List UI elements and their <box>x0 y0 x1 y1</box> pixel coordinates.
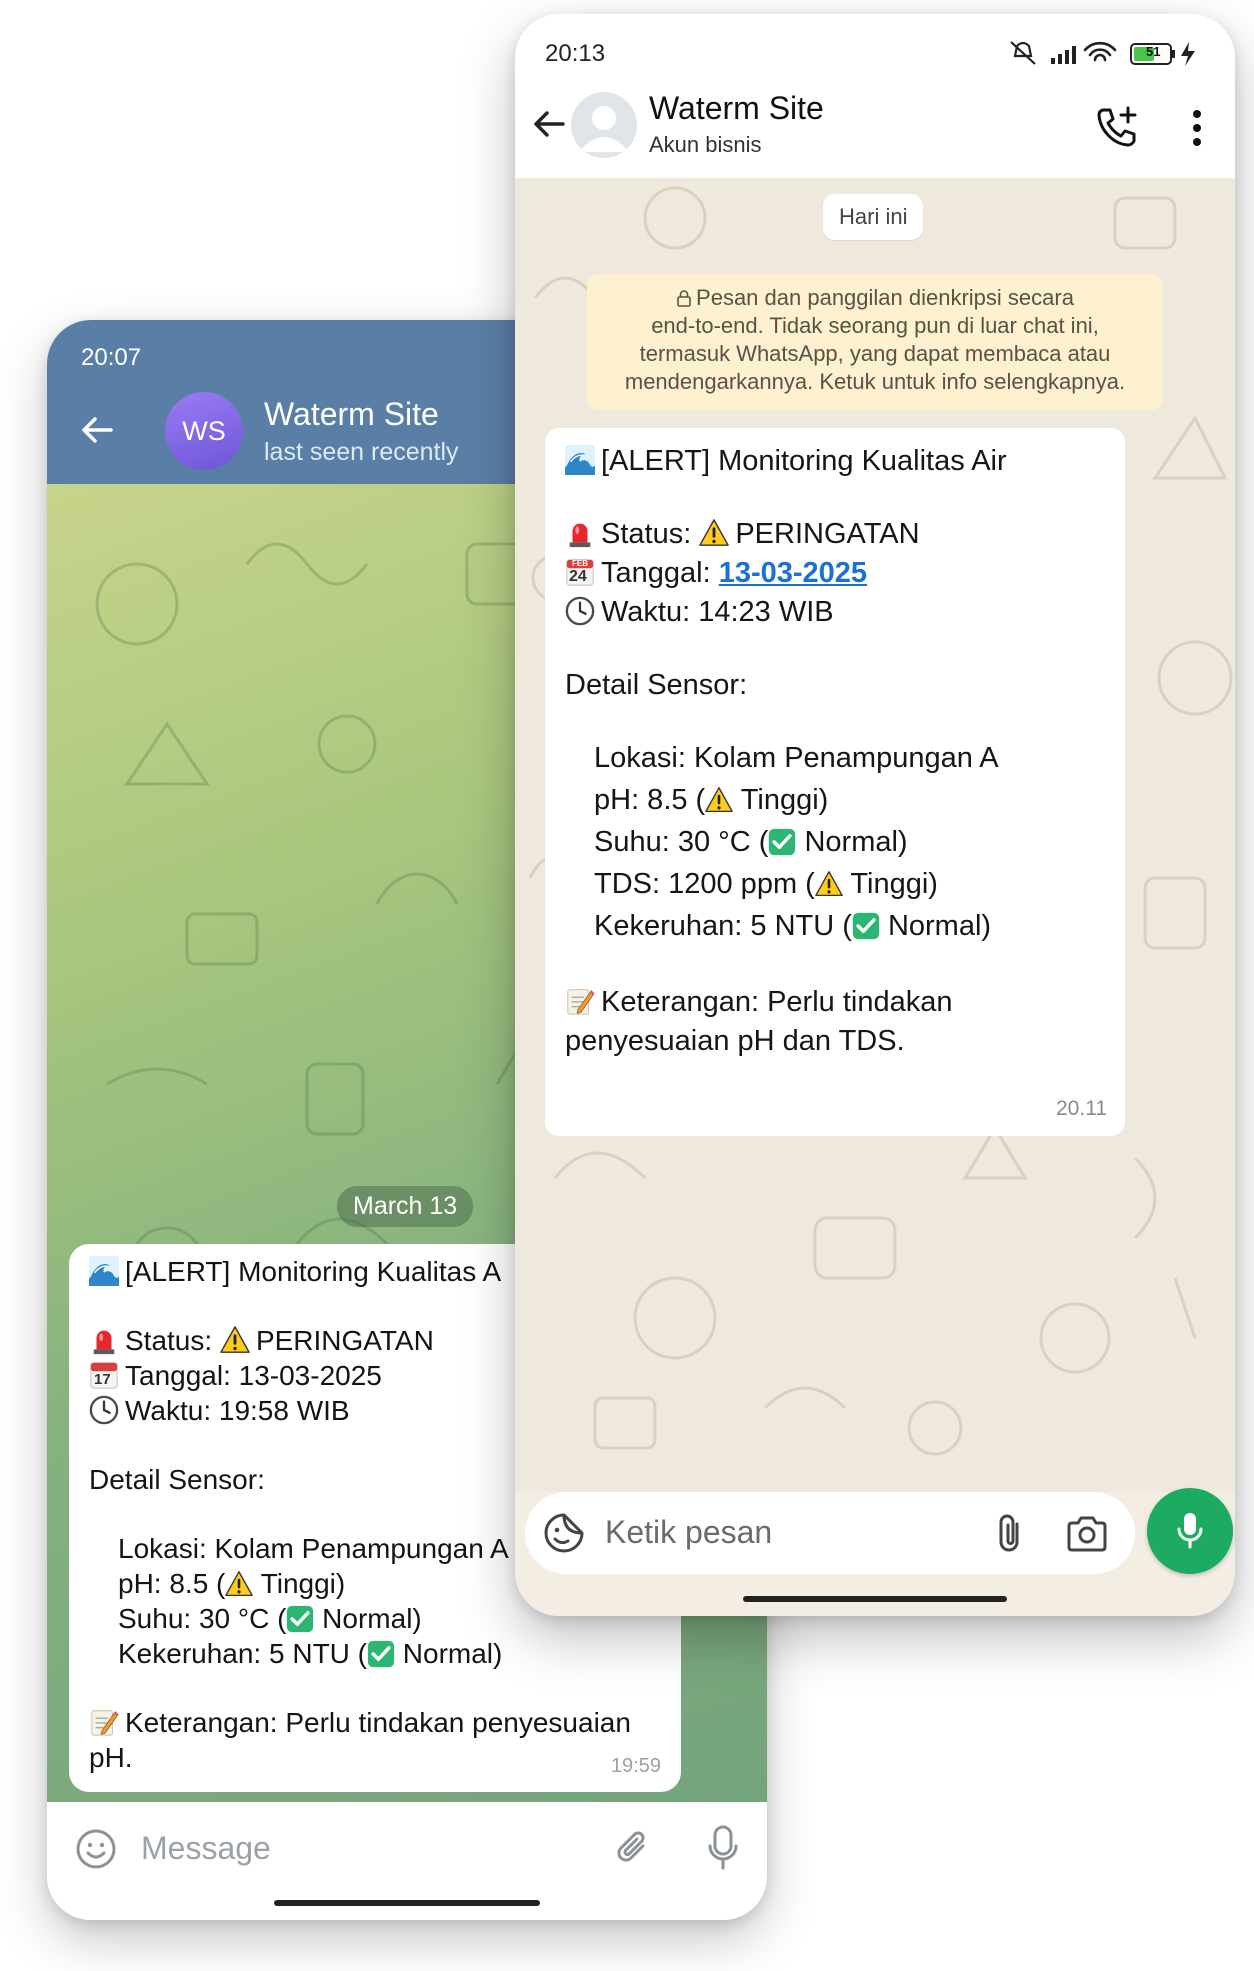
siren-icon <box>565 518 595 548</box>
sensor-temperature: Suhu: 30 °C ( Normal) <box>594 826 908 858</box>
message-note-cont: pH. <box>89 1742 133 1773</box>
call-add-icon[interactable] <box>1095 104 1139 148</box>
mic-icon[interactable] <box>707 1824 739 1872</box>
calendar-icon: 17 <box>89 1360 119 1390</box>
attach-icon[interactable] <box>613 1828 653 1868</box>
siren-icon <box>89 1325 119 1355</box>
message-bubble[interactable]: [ALERT] Monitoring Kualitas Air Status: … <box>545 428 1125 1136</box>
wave-icon <box>565 445 595 475</box>
memo-icon <box>565 986 595 1016</box>
whatsapp-screen: 20:13 51 Waterm Site Akun bisnis Hari in… <box>515 14 1235 1616</box>
wa-chat-area: Hari ini Pesan dan panggilan dienkripsi … <box>515 178 1235 1492</box>
warning-icon <box>220 1325 250 1355</box>
avatar[interactable] <box>571 92 637 158</box>
sensor-location: Lokasi: Kolam Penampungan A <box>594 742 999 774</box>
date-chip: March 13 <box>337 1186 474 1227</box>
message-title: [ALERT] Monitoring Kualitas Air <box>601 445 1007 477</box>
check-icon <box>367 1640 395 1668</box>
lock-icon <box>677 290 691 307</box>
encryption-notice[interactable]: Pesan dan panggilan dienkripsi secara en… <box>587 274 1163 410</box>
status-label: Status: <box>601 518 700 550</box>
message-note-cont: penyesuaian pH dan TDS. <box>565 1025 905 1057</box>
more-icon[interactable] <box>1191 108 1203 148</box>
default-avatar-icon <box>579 106 629 152</box>
status-value: PERINGATAN <box>255 1325 434 1356</box>
clock-icon <box>565 596 595 626</box>
memo-icon <box>89 1707 119 1737</box>
warning-icon <box>815 870 843 898</box>
contact-status: last seen recently <box>264 438 459 466</box>
message-time: Waktu: 14:23 WIB <box>601 596 834 628</box>
sensor-ph: pH: 8.5 ( Tinggi) <box>594 784 829 816</box>
message-title: [ALERT] Monitoring Kualitas A <box>125 1256 502 1287</box>
battery-level: 51 <box>1146 44 1161 59</box>
check-icon <box>852 912 880 940</box>
message-time: Waktu: 19:58 WIB <box>125 1395 350 1426</box>
camera-icon[interactable] <box>1065 1514 1109 1554</box>
message-timestamp: 20.11 <box>1056 1097 1107 1120</box>
message-input[interactable]: Ketik pesan <box>605 1514 772 1551</box>
message-timestamp: 19:59 <box>610 1755 661 1777</box>
sensor-turbidity: Kekeruhan: 5 NTU ( Normal) <box>118 1638 503 1669</box>
home-indicator <box>274 1900 540 1906</box>
warning-icon <box>699 518 729 548</box>
sensor-turbidity: Kekeruhan: 5 NTU ( Normal) <box>594 910 992 942</box>
clock-icon <box>89 1395 119 1425</box>
contact-name[interactable]: Waterm Site <box>649 90 824 127</box>
sticker-icon[interactable] <box>543 1512 585 1554</box>
mic-icon <box>1177 1513 1203 1549</box>
detail-heading: Detail Sensor: <box>565 669 748 701</box>
message-note: Keterangan: Perlu tindakan penyesuaian <box>125 1707 631 1738</box>
wa-header: 20:13 51 Waterm Site Akun bisnis <box>515 14 1235 178</box>
status-bar-icons <box>1010 41 1195 66</box>
emoji-icon[interactable] <box>75 1828 117 1870</box>
date-link[interactable]: 13-03-2025 <box>719 557 867 589</box>
status-label: Status: <box>125 1325 220 1356</box>
message-note: Keterangan: Perlu tindakan <box>601 986 953 1018</box>
status-value: PERINGATAN <box>735 518 920 550</box>
check-icon <box>286 1605 314 1633</box>
sensor-tds: TDS: 1200 ppm ( Tinggi) <box>594 868 938 900</box>
wa-input-bar: Ketik pesan <box>515 1488 1235 1616</box>
avatar[interactable]: WS <box>165 392 243 470</box>
voice-record-button[interactable] <box>1147 1488 1233 1574</box>
contact-subtitle: Akun bisnis <box>649 132 762 157</box>
back-arrow-icon[interactable] <box>77 410 117 450</box>
back-arrow-icon[interactable] <box>529 104 569 144</box>
wa-status-time: 20:13 <box>545 40 606 67</box>
check-icon <box>768 828 796 856</box>
calendar-icon: FEB 24 <box>565 557 595 587</box>
message-input[interactable]: Message <box>141 1830 271 1867</box>
warning-icon <box>225 1570 253 1598</box>
date-chip: Hari ini <box>823 194 924 240</box>
attach-icon[interactable] <box>991 1512 1027 1554</box>
date-label: Tanggal: <box>601 557 719 589</box>
message-field[interactable]: Ketik pesan <box>525 1492 1135 1574</box>
warning-icon <box>705 786 733 814</box>
tg-input-bar: Message <box>47 1802 767 1920</box>
tg-status-time: 20:07 <box>81 344 142 371</box>
contact-name[interactable]: Waterm Site <box>264 396 439 433</box>
wave-icon <box>89 1256 119 1286</box>
message-date: Tanggal: 13-03-2025 <box>125 1360 382 1391</box>
home-indicator <box>743 1596 1007 1602</box>
